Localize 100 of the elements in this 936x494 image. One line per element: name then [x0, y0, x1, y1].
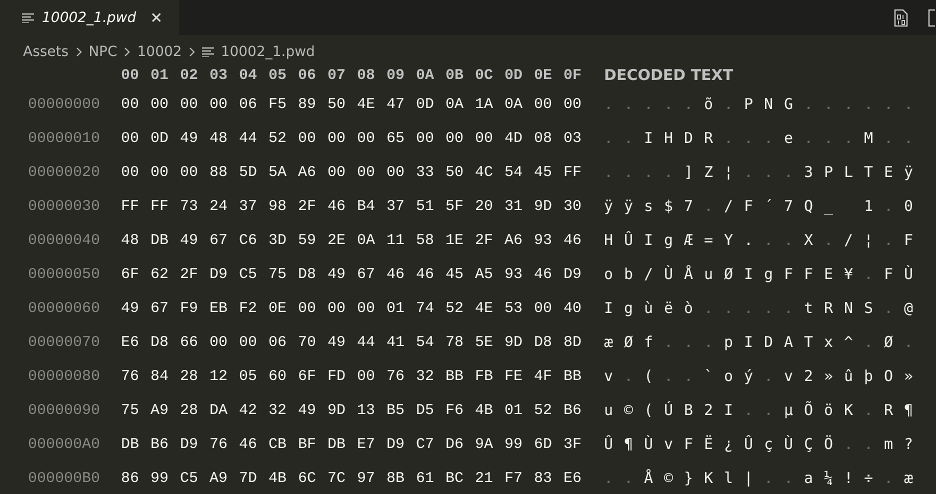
byte-cell[interactable]: BB	[446, 368, 475, 384]
decoded-char[interactable]: F	[884, 265, 904, 283]
byte-cell[interactable]: 00	[564, 96, 593, 112]
byte-cell[interactable]: 49	[328, 334, 357, 350]
byte-cell[interactable]: 45	[446, 266, 475, 282]
decoded-char[interactable]: N	[844, 299, 864, 317]
byte-cell[interactable]: 05	[239, 368, 268, 384]
byte-cell[interactable]: 66	[180, 334, 210, 350]
byte-cell[interactable]: D8	[534, 334, 564, 350]
byte-cell[interactable]: 00	[357, 368, 386, 384]
decoded-char[interactable]: p	[724, 333, 744, 351]
byte-cell[interactable]: 93	[504, 266, 534, 282]
byte-cell[interactable]: 73	[180, 198, 210, 214]
byte-cell[interactable]: FB	[475, 368, 504, 384]
byte-cell[interactable]: 4E	[475, 300, 504, 316]
byte-cell[interactable]: FF	[564, 164, 593, 180]
byte-cell[interactable]: D8	[298, 266, 328, 282]
byte-cell[interactable]: 86	[121, 470, 150, 486]
byte-cell[interactable]: 67	[357, 266, 386, 282]
byte-cell[interactable]: 50	[446, 164, 475, 180]
decoded-char[interactable]: f	[644, 333, 664, 351]
byte-cell[interactable]: A9	[210, 470, 239, 486]
decoded-char[interactable]: I	[604, 299, 624, 317]
byte-cell[interactable]: 32	[416, 368, 446, 384]
byte-cell[interactable]: 61	[416, 470, 446, 486]
byte-cell[interactable]: 98	[268, 198, 298, 214]
decoded-char[interactable]: P	[744, 95, 764, 113]
byte-cell[interactable]: 11	[386, 232, 416, 248]
decoded-char[interactable]: ¿	[724, 435, 744, 453]
byte-cell[interactable]: 4D	[504, 130, 534, 146]
decoded-char[interactable]: X	[804, 231, 824, 249]
byte-cell[interactable]: B6	[150, 436, 180, 452]
byte-cell[interactable]: 6F	[121, 266, 150, 282]
byte-cell[interactable]: FD	[328, 368, 357, 384]
byte-cell[interactable]: F7	[504, 470, 534, 486]
byte-cell[interactable]: 9D	[504, 334, 534, 350]
byte-cell[interactable]: 30	[564, 198, 593, 214]
byte-cell[interactable]: 24	[210, 198, 239, 214]
decoded-char[interactable]: µ	[784, 401, 804, 419]
byte-cell[interactable]: 46	[416, 266, 446, 282]
decoded-char[interactable]: Y	[724, 231, 744, 249]
breadcrumb-item[interactable]: 10002	[137, 44, 182, 60]
byte-cell[interactable]: 00	[121, 130, 150, 146]
byte-cell[interactable]: 54	[504, 164, 534, 180]
decoded-char[interactable]: Ù	[904, 265, 924, 283]
byte-cell[interactable]: 28	[180, 368, 210, 384]
byte-cell[interactable]: 9D	[328, 402, 357, 418]
byte-cell[interactable]: 49	[298, 402, 328, 418]
byte-cell[interactable]: 0D	[416, 96, 446, 112]
byte-cell[interactable]: 93	[534, 232, 564, 248]
byte-cell[interactable]: 6F	[298, 368, 328, 384]
byte-cell[interactable]: 6D	[534, 436, 564, 452]
decoded-char[interactable]: o	[724, 367, 744, 385]
decoded-char[interactable]: P	[824, 163, 844, 181]
byte-cell[interactable]: B5	[386, 402, 416, 418]
byte-cell[interactable]: 76	[210, 436, 239, 452]
decoded-char[interactable]: =	[704, 231, 724, 249]
byte-cell[interactable]: 49	[180, 232, 210, 248]
byte-cell[interactable]: 1E	[446, 232, 475, 248]
byte-cell[interactable]: 00	[150, 96, 180, 112]
decoded-char[interactable]: ¼	[824, 469, 844, 487]
decoded-char[interactable]: Û	[744, 435, 764, 453]
byte-cell[interactable]: 99	[504, 436, 534, 452]
byte-cell[interactable]: 01	[386, 300, 416, 316]
byte-cell[interactable]: E6	[121, 334, 150, 350]
decoded-char[interactable]: u	[604, 401, 624, 419]
decoded-char[interactable]: þ	[864, 367, 884, 385]
byte-cell[interactable]: D8	[150, 334, 180, 350]
byte-cell[interactable]: 5E	[475, 334, 504, 350]
byte-cell[interactable]: BF	[298, 436, 328, 452]
byte-cell[interactable]: B4	[357, 198, 386, 214]
byte-cell[interactable]: D9	[180, 436, 210, 452]
decoded-char[interactable]: ´	[764, 197, 784, 215]
decoded-char[interactable]: ¶	[624, 435, 644, 453]
decoded-char[interactable]: g	[624, 299, 644, 317]
byte-cell[interactable]: 21	[475, 470, 504, 486]
byte-cell[interactable]: 49	[121, 300, 150, 316]
byte-cell[interactable]: D9	[210, 266, 239, 282]
decoded-char[interactable]: N	[764, 95, 784, 113]
decoded-char[interactable]: ¦	[724, 163, 744, 181]
decoded-char[interactable]: H	[664, 129, 684, 147]
byte-cell[interactable]: 46	[328, 198, 357, 214]
decoded-char[interactable]: K	[704, 469, 724, 487]
byte-cell[interactable]: 9A	[475, 436, 504, 452]
decoded-char[interactable]: ç	[764, 435, 784, 453]
byte-cell[interactable]: 4B	[268, 470, 298, 486]
byte-cell[interactable]: 44	[357, 334, 386, 350]
byte-cell[interactable]: DB	[121, 436, 150, 452]
decoded-char[interactable]: B	[684, 401, 704, 419]
decoded-char[interactable]: Ö	[824, 435, 844, 453]
decoded-char[interactable]: Û	[624, 231, 644, 249]
byte-cell[interactable]: FE	[504, 368, 534, 384]
byte-cell[interactable]: 75	[121, 402, 150, 418]
byte-cell[interactable]: 12	[210, 368, 239, 384]
byte-cell[interactable]: 97	[357, 470, 386, 486]
byte-cell[interactable]: F5	[268, 96, 298, 112]
byte-cell[interactable]: C5	[180, 470, 210, 486]
byte-cell[interactable]: 00	[298, 130, 328, 146]
byte-cell[interactable]: 0A	[446, 96, 475, 112]
decoded-char[interactable]: o	[604, 265, 624, 283]
